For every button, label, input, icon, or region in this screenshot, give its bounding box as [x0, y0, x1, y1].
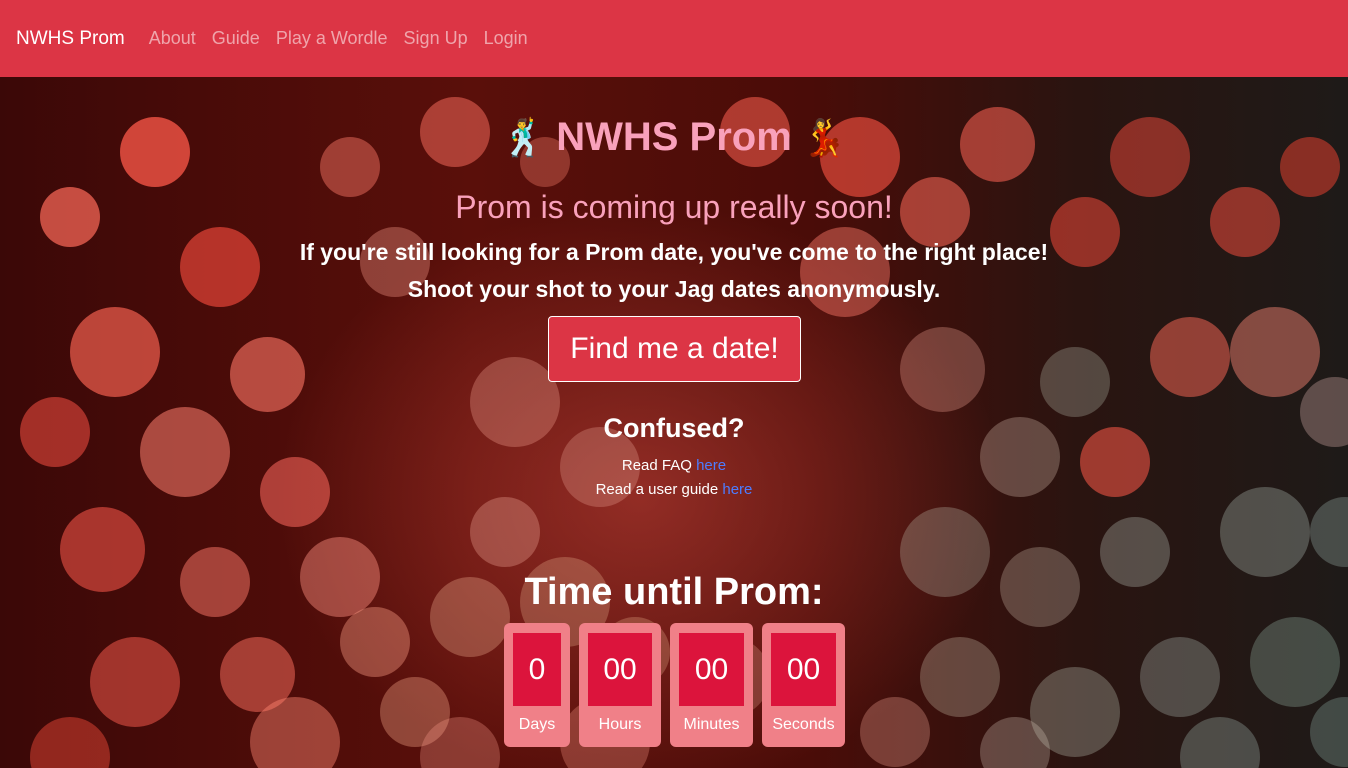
dancing-man-icon: 🕺: [501, 116, 547, 158]
intro-line-2: Shoot your shot to your Jag dates anonym…: [407, 276, 941, 302]
countdown-minutes-label: Minutes: [683, 716, 740, 733]
faq-link[interactable]: here: [696, 457, 726, 474]
nav-link-wordle[interactable]: Play a Wordle: [268, 28, 396, 49]
page-title-text: NWHS Prom: [556, 115, 792, 159]
countdown-days: 0 Days: [504, 623, 570, 747]
main-content: 🕺 NWHS Prom 💃 Prom is coming up really s…: [0, 77, 1348, 768]
countdown-days-value: 0: [513, 633, 561, 706]
nav-link-login[interactable]: Login: [476, 28, 536, 49]
guide-line: Read a user guide here: [0, 481, 1348, 498]
intro-line-1: If you're still looking for a Prom date,…: [299, 239, 1049, 265]
countdown-seconds-label: Seconds: [772, 716, 835, 733]
countdown-minutes: 00 Minutes: [670, 623, 753, 747]
subtitle: Prom is coming up really soon!: [455, 189, 893, 225]
dancing-woman-icon: 💃: [801, 116, 847, 158]
guide-link[interactable]: here: [722, 481, 752, 498]
faq-text: Read FAQ: [621, 457, 692, 474]
countdown-hours: 00 Hours: [579, 623, 661, 747]
navbar-brand[interactable]: NWHS Prom: [16, 28, 125, 50]
page-title: 🕺 NWHS Prom 💃: [0, 115, 1348, 160]
confused-heading: Confused?: [603, 413, 745, 443]
nav-link-guide[interactable]: Guide: [204, 28, 268, 49]
countdown-seconds: 00 Seconds: [762, 623, 845, 747]
countdown-title: Time until Prom:: [524, 571, 824, 613]
nav-link-signup[interactable]: Sign Up: [396, 28, 476, 49]
find-date-button[interactable]: Find me a date!: [548, 316, 801, 382]
countdown-minutes-value: 00: [679, 633, 744, 706]
navbar: NWHS Prom About Guide Play a Wordle Sign…: [0, 0, 1348, 77]
faq-line: Read FAQ here: [0, 457, 1348, 474]
guide-text: Read a user guide: [595, 481, 719, 498]
countdown-seconds-value: 00: [771, 633, 836, 706]
countdown-hours-label: Hours: [598, 716, 642, 733]
countdown-hours-value: 00: [588, 633, 652, 706]
countdown-days-label: Days: [518, 716, 556, 733]
nav-link-about[interactable]: About: [141, 28, 204, 49]
